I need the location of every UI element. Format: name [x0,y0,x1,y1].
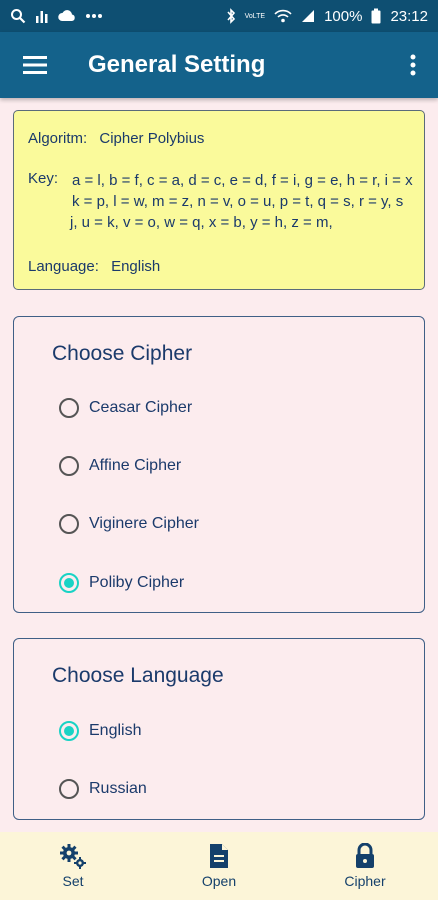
choose-language-card: Choose Language English Russian [13,638,425,820]
cipher-option-ceasar[interactable]: Ceasar Cipher [59,391,192,425]
cipher-option-label: Ceasar Cipher [89,399,193,416]
language-label: Language: [28,258,99,275]
radio-button[interactable] [59,456,79,476]
radio-button[interactable] [59,779,79,799]
volte-icon: VoLTE [244,12,266,20]
language-row: Language: English [28,258,160,275]
key-line: a = l, b = f, c = a, d = c, e = d, f = i… [72,172,413,189]
cipher-option-viginere[interactable]: Viginere Cipher [59,507,199,541]
cipher-option-label: Poliby Cipher [89,574,185,591]
document-icon [210,844,228,868]
hamburger-icon [23,56,47,74]
gears-icon [60,844,86,869]
cipher-option-label: Viginere Cipher [89,515,199,532]
radio-button-selected[interactable] [59,721,79,741]
more-notifications-icon [85,13,103,19]
menu-button[interactable] [0,32,70,98]
clock: 23:12 [390,7,428,25]
radio-button[interactable] [59,514,79,534]
language-option-russian[interactable]: Russian [59,772,147,806]
cipher-option-affine[interactable]: Affine Cipher [59,449,181,483]
lock-icon [356,843,374,868]
settings-summary-card: Algoritm: Cipher Polybius Key: a = l, b … [13,110,425,290]
radio-button-selected[interactable] [59,573,79,593]
app-toolbar: General Setting [0,32,438,98]
cipher-option-label: Affine Cipher [89,457,182,474]
key-line: k = p, l = w, m = z, n = v, o = u, p = t… [72,193,404,210]
bluetooth-icon [226,8,236,24]
bottom-navigation: Set Open Cipher [0,832,438,900]
nav-label-open: Open [201,873,237,889]
nav-item-cipher[interactable]: Cipher [292,832,438,900]
cloud-icon [58,9,76,23]
more-vert-icon [410,54,416,76]
wifi-icon [274,9,292,23]
battery-icon [371,8,381,24]
nav-label-set: Set [62,873,84,889]
language-value: English [111,258,161,275]
language-option-label: Russian [89,780,147,797]
search-icon [10,8,26,24]
choose-cipher-card: Choose Cipher Ceasar Cipher Affine Ciphe… [13,316,425,613]
nav-label-cipher: Cipher [344,873,386,889]
nav-item-open[interactable]: Open [146,832,292,900]
key-label: Key: [28,170,59,187]
language-option-english[interactable]: English [59,714,141,748]
language-option-label: English [89,722,142,739]
nav-item-set[interactable]: Set [0,832,146,900]
cipher-option-poliby[interactable]: Poliby Cipher [59,566,184,600]
signal-icon [301,9,315,23]
key-mapping: a = l, b = f, c = a, d = c, e = d, f = i… [70,170,413,233]
choose-cipher-title: Choose Cipher [52,342,193,365]
status-bar: VoLTE 100% 23:12 [0,0,438,32]
key-line: j, u = k, v = o, w = q, x = b, y = h, z … [70,214,333,231]
radio-button[interactable] [59,398,79,418]
chart-icon [35,8,49,24]
algorithm-row: Algoritm: Cipher Polybius [28,130,204,147]
page-title: General Setting [88,51,266,78]
overflow-menu-button[interactable] [388,32,438,98]
algorithm-label: Algoritm: [28,130,88,147]
algorithm-value: Cipher Polybius [99,130,205,147]
choose-language-title: Choose Language [52,664,224,687]
battery-percent: 100% [324,7,363,25]
